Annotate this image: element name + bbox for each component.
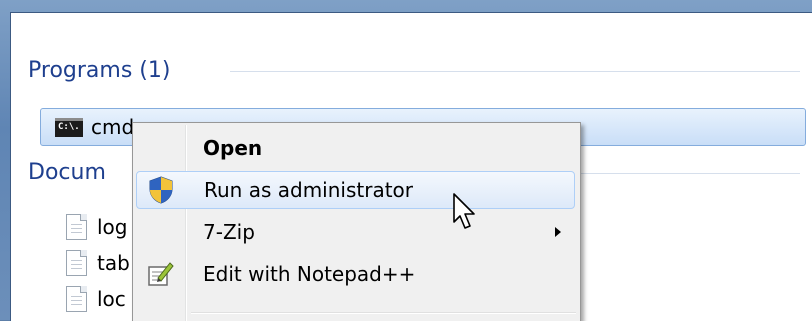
menu-item-label: Open xyxy=(203,136,263,160)
program-result-label: cmd xyxy=(91,115,135,139)
menu-separator xyxy=(191,312,576,314)
document-result-label: log xyxy=(97,215,128,239)
programs-divider xyxy=(230,71,800,72)
menu-item-run-as-administrator[interactable]: Run as administrator xyxy=(136,171,575,209)
menu-item-label: Run as administrator xyxy=(204,178,414,202)
cmd-icon: C:\. xyxy=(55,117,83,137)
mouse-cursor-icon xyxy=(453,193,475,229)
text-file-icon xyxy=(66,214,87,240)
notepad-plus-plus-icon xyxy=(148,262,174,286)
menu-item-label: Edit with Notepad++ xyxy=(203,262,416,286)
menu-item-open[interactable]: Open xyxy=(136,129,575,167)
document-result-item[interactable]: tab xyxy=(66,248,130,278)
menu-item-7-zip[interactable]: 7-Zip xyxy=(136,213,575,251)
documents-divider xyxy=(580,173,800,174)
document-result-label: loc xyxy=(97,287,126,311)
document-result-item[interactable]: loc xyxy=(66,284,126,314)
menu-item-label: 7-Zip xyxy=(203,220,255,244)
programs-section-header: Programs (1) xyxy=(28,57,171,83)
text-file-icon xyxy=(66,286,87,312)
document-result-label: tab xyxy=(97,251,130,275)
menu-item-edit-with-notepad-plus-plus[interactable]: Edit with Notepad++ xyxy=(136,255,575,293)
submenu-arrow-icon xyxy=(555,227,561,237)
context-menu: Open Run as administrator 7-Zip Edit wit… xyxy=(132,122,581,321)
documents-section-header: Docum xyxy=(28,159,106,185)
text-file-icon xyxy=(66,250,87,276)
uac-shield-icon xyxy=(149,176,173,204)
document-result-item[interactable]: log xyxy=(66,212,128,242)
